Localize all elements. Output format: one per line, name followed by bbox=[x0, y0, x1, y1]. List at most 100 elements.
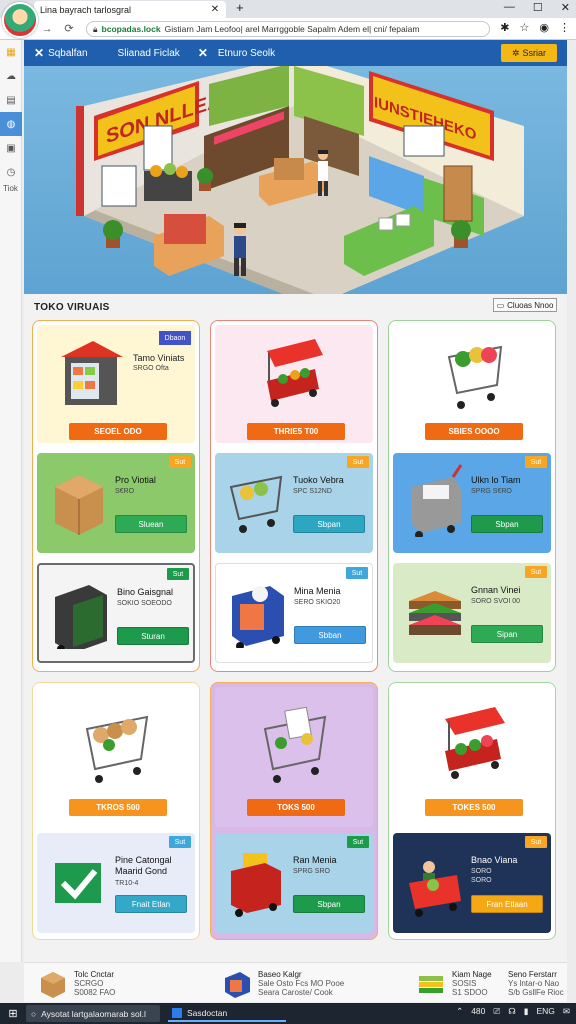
notification-icon[interactable]: ✉ bbox=[563, 1006, 570, 1017]
sort-button-label: Cluoas Nnoo bbox=[507, 300, 554, 310]
store-card-1[interactable]: Dbaon Tamo Viniats SRGO Ofta SEOEL ODO S… bbox=[32, 320, 200, 672]
tray-chevron-icon[interactable]: ⌃ bbox=[456, 1006, 463, 1017]
red-crate-icon bbox=[231, 853, 281, 917]
isometric-store-scene: SON NLLEA IUNSTIEHEKO bbox=[24, 66, 567, 294]
doc-icon[interactable]: ▤ bbox=[0, 88, 22, 112]
sort-button[interactable]: ▭ Cluoas Nnoo bbox=[493, 298, 557, 312]
windows-start-icon[interactable]: ⊞ bbox=[0, 1007, 26, 1020]
store-hero-illustration: SON NLLEA IUNSTIEHEKO bbox=[24, 66, 567, 294]
minimize-icon[interactable]: — bbox=[504, 1, 515, 14]
store-card-2[interactable]: THRIE5 T00 Sut Tuoko Vebra SPC S12ND Sbp… bbox=[210, 320, 378, 672]
url-field[interactable]: 🔒︎ bcopadas.lock Gistiarn Jam Leofoo| ar… bbox=[86, 21, 490, 37]
footer-item-4[interactable]: Seno Ferstarr Ys lntar-o Nao S/b GsllFe R… bbox=[508, 963, 564, 1003]
start-button[interactable]: ✲ Ssriar bbox=[501, 44, 557, 62]
history-icon[interactable]: ▣ bbox=[0, 136, 22, 160]
user-icon[interactable]: ◍ bbox=[0, 112, 22, 136]
card-6-top: TOKES 500 bbox=[393, 687, 551, 827]
card-3-price-button[interactable]: SBIES OOOO bbox=[425, 423, 523, 440]
maximize-icon[interactable]: ☐ bbox=[533, 1, 543, 14]
product-3b-tag: Sut bbox=[525, 566, 547, 578]
product-2a-tag: Sut bbox=[347, 456, 369, 468]
store-card-4[interactable]: TKROS 500 Sut Pine Catongal Maarid Gond … bbox=[32, 682, 200, 940]
footer-item-1-title: Tolc Cnctar bbox=[74, 969, 115, 979]
language-indicator[interactable]: ENG bbox=[536, 1006, 554, 1017]
home-icon[interactable]: ▦ bbox=[0, 40, 22, 64]
footer-item-2-meta: Sale Osto Fcs MO Pooe Seara Caroste/ Coo… bbox=[258, 978, 345, 997]
close-window-icon[interactable]: ✕ bbox=[561, 1, 570, 14]
cloud-icon[interactable]: ☁ bbox=[0, 64, 22, 88]
product-5a-button[interactable]: Sbpan bbox=[293, 895, 365, 913]
profile-avatar[interactable] bbox=[2, 2, 38, 38]
close-icon: ✕ bbox=[34, 46, 45, 60]
product-2b-meta: SERO SKIO20 bbox=[294, 599, 341, 606]
bookmark-icon[interactable]: ☆ bbox=[520, 21, 530, 34]
footer-item-2[interactable]: Baseo Kalgr Sale Osto Fcs MO Pooe Seara C… bbox=[222, 963, 344, 1003]
browser-window: Lina bayrach tarlosgral ✕ + — ☐ ✕ → ⟳ 🔒︎… bbox=[0, 0, 576, 1024]
store-card-3[interactable]: SBIES OOOO Sut Ulkn lo Tiam SPRG S€RO Sb… bbox=[388, 320, 556, 672]
product-2a-button[interactable]: Sbpan bbox=[293, 515, 365, 533]
product-6a[interactable]: Sut Bnao Viana SORO SORO Fran Etlaan bbox=[393, 833, 551, 933]
cooler-cabinet-icon bbox=[55, 585, 107, 649]
section-title: TOKO VIRUAIS bbox=[34, 302, 110, 313]
card-5-price: TOKS 500 bbox=[277, 803, 315, 812]
product-4a[interactable]: Sut Pine Catongal Maarid Gond TR10-4 Fna… bbox=[37, 833, 195, 933]
extension-puzzle-icon[interactable]: ✱ bbox=[500, 21, 509, 34]
window-controls: — ☐ ✕ bbox=[504, 1, 570, 14]
address-bar: → ⟳ 🔒︎ bcopadas.lock Gistiarn Jam Leofoo… bbox=[0, 18, 576, 40]
metal-cart-icon bbox=[411, 464, 463, 537]
footer-bar: Tolc Cnctar SCRGO S0082 FAO Baseo Kalgr Sa… bbox=[24, 962, 567, 1002]
card-4-price: TKROS 500 bbox=[96, 803, 140, 812]
taskbar-search[interactable]: ○ Aysotat lartgalaomarab sol.l bbox=[26, 1005, 160, 1022]
network-icon[interactable]: ⎚ bbox=[493, 1006, 500, 1017]
product-1a-button[interactable]: Sluean bbox=[115, 515, 187, 533]
card-2-price-button[interactable]: THRIE5 T00 bbox=[247, 423, 345, 440]
card-5-price-button[interactable]: TOKS 500 bbox=[247, 799, 345, 816]
product-3b[interactable]: Sut Gnnan Vinei SORO SVOI 00 Sipan bbox=[393, 563, 551, 663]
volume-icon[interactable]: ☊ bbox=[508, 1006, 516, 1017]
footer-item-3-meta: SOSIS S1 SDOO bbox=[452, 978, 488, 997]
product-1b-button[interactable]: Sturan bbox=[117, 627, 189, 645]
product-3a-button[interactable]: Sbpan bbox=[471, 515, 543, 533]
menu-icon[interactable]: ⋮ bbox=[559, 21, 570, 34]
product-2b[interactable]: Sut Mina Menia SERO SKIO20 Sbban bbox=[215, 563, 373, 663]
box-icon bbox=[41, 972, 65, 998]
footer-item-3[interactable]: Kiam Nage SOSIS S1 SDOO bbox=[416, 963, 492, 1003]
footer-item-1[interactable]: Tolc Cnctar SCRGO S0082 FAO bbox=[38, 963, 115, 1003]
product-6a-button[interactable]: Fran Etlaan bbox=[471, 895, 543, 913]
browser-tab[interactable]: Lina bayrach tarlosgral ✕ bbox=[34, 1, 226, 18]
product-2b-name: Mina Menia bbox=[294, 586, 341, 596]
card-2-top: THRIE5 T00 bbox=[215, 325, 373, 443]
store-card-6[interactable]: TOKES 500 Sut Bnao Viana SORO SORO Fran … bbox=[388, 682, 556, 940]
product-1a[interactable]: Sut Pro Viotial S€RO Sluean bbox=[37, 453, 195, 553]
footer-item-3-title: Kiam Nage bbox=[452, 969, 492, 979]
product-2a[interactable]: Sut Tuoko Vebra SPC S12ND Sbpan bbox=[215, 453, 373, 553]
nav-item-2-label: Slianad Ficlak bbox=[117, 47, 180, 59]
product-4a-button[interactable]: Fnait Etlan bbox=[115, 895, 187, 913]
product-5a[interactable]: Sut Ran Menia SPRG SRO Sbpan bbox=[215, 833, 373, 933]
extension-icon[interactable]: ◉ bbox=[539, 21, 549, 34]
card-6-price-button[interactable]: TOKES 500 bbox=[425, 799, 523, 816]
card-4-price-button[interactable]: TKROS 500 bbox=[69, 799, 167, 816]
product-2b-button[interactable]: Sbban bbox=[294, 626, 366, 644]
close-tab-icon[interactable]: ✕ bbox=[210, 4, 220, 15]
product-3b-button[interactable]: Sipan bbox=[471, 625, 543, 643]
battery-icon[interactable]: ▮ bbox=[524, 1006, 529, 1017]
taskbar-app[interactable]: Sasdoctan bbox=[168, 1005, 286, 1022]
shopping-cart-icon bbox=[229, 475, 283, 533]
os-taskbar: ⊞ ○ Aysotat lartgalaomarab sol.l Sasdoct… bbox=[0, 1003, 576, 1024]
store-card-5[interactable]: TOKS 500 Sut Ran Menia SPRG SRO Sbpan bbox=[210, 682, 378, 940]
new-tab-icon[interactable]: + bbox=[236, 1, 244, 15]
app-icon bbox=[172, 1007, 182, 1018]
nav-item-1[interactable]: ✕ Sqbalfan bbox=[34, 46, 88, 60]
back-icon[interactable]: → bbox=[40, 23, 54, 35]
product-1b[interactable]: Sut Bino Gaisgnal SOKIO SOEODO Sturan bbox=[37, 563, 195, 663]
product-3a[interactable]: Sut Ulkn lo Tiam SPRG S€RO Sbpan bbox=[393, 453, 551, 553]
nav-item-3[interactable]: ✕ Etnuro Seolk bbox=[198, 46, 275, 60]
url-text: Gistiarn Jam Leofoo| arel Marrggoble Sap… bbox=[164, 24, 420, 34]
product-2a-name: Tuoko Vebra bbox=[293, 475, 344, 485]
clock-icon[interactable]: ◷ bbox=[0, 160, 22, 184]
card-1-price-button[interactable]: SEOEL ODO bbox=[69, 423, 167, 440]
lock-icon: 🔒︎ bbox=[93, 23, 98, 34]
reload-icon[interactable]: ⟳ bbox=[62, 22, 76, 35]
nav-item-2[interactable]: Slianad Ficlak bbox=[118, 48, 180, 59]
